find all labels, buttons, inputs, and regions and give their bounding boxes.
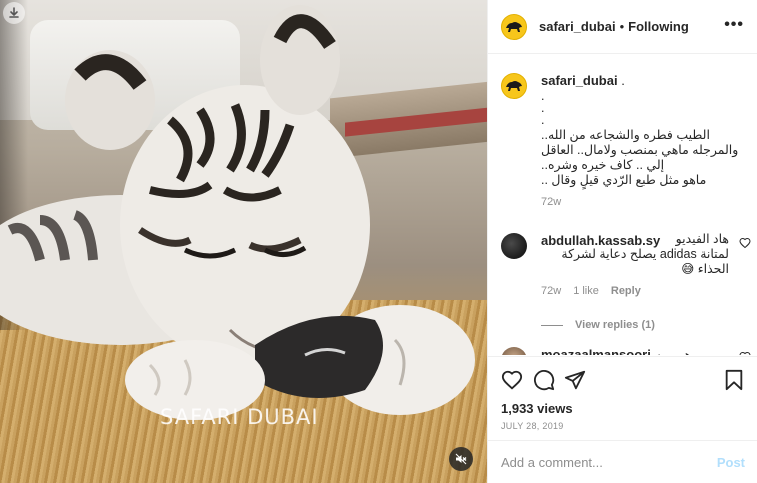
comment-meta: 72w 1 like Reply <box>541 285 729 297</box>
avatar[interactable] <box>501 13 527 40</box>
bookmark-icon[interactable] <box>723 369 745 391</box>
comment-time[interactable]: 72w <box>541 285 561 297</box>
action-bar <box>501 369 746 395</box>
paper-plane-icon[interactable] <box>564 369 586 391</box>
lion-logo-icon <box>506 81 522 91</box>
comment-item: abdullah.kassab.sy هاد الفيديو لمتانة ad… <box>501 232 751 297</box>
comment-item: moazaalmansoori هههههه <box>501 347 751 355</box>
comment-input[interactable] <box>501 454 717 470</box>
comment-likes[interactable]: 1 like <box>573 285 599 297</box>
comment-username[interactable]: moazaalmansoori <box>541 347 651 355</box>
post-comment-button[interactable]: Post <box>717 455 745 470</box>
comments-list[interactable]: safari_dubai . . . . الطيب فطره والشجاعه… <box>488 55 757 355</box>
post-video[interactable]: SAFARI DUBAI <box>0 0 487 483</box>
video-watermark: SAFARI DUBAI <box>160 405 319 429</box>
avatar[interactable] <box>501 347 527 355</box>
view-replies-divider <box>541 324 563 326</box>
post-caption: safari_dubai . . . . الطيب فطره والشجاعه… <box>501 73 751 208</box>
caption-avatar[interactable] <box>501 73 527 99</box>
comment-username[interactable]: abdullah.kassab.sy <box>541 233 660 248</box>
reply-button[interactable]: Reply <box>611 285 641 297</box>
heart-icon[interactable] <box>739 237 751 249</box>
comment-text: هههههه <box>654 348 692 355</box>
view-replies-button[interactable]: View replies (1) <box>541 319 655 331</box>
following-button[interactable]: Following <box>628 19 689 34</box>
comment-body: abdullah.kassab.sy هاد الفيديو لمتانة ad… <box>541 232 729 297</box>
caption-body: safari_dubai . . . . الطيب فطره والشجاعه… <box>541 73 741 208</box>
post-side-panel: safari_dubai • Following ••• safari_duba… <box>487 0 757 483</box>
download-icon[interactable] <box>3 2 25 24</box>
view-replies-label: View replies (1) <box>575 319 655 331</box>
comment-bubble-icon[interactable] <box>533 369 555 391</box>
view-count[interactable]: 1,933 views <box>501 401 573 416</box>
heart-icon[interactable] <box>501 369 523 391</box>
caption-username-suffix: . <box>621 73 625 88</box>
post-date[interactable]: JULY 28, 2019 <box>501 421 564 431</box>
more-options-icon[interactable]: ••• <box>724 16 744 34</box>
muted-speaker-icon[interactable] <box>449 447 473 471</box>
caption-username[interactable]: safari_dubai <box>541 73 618 88</box>
instagram-post-modal: SAFARI DUBAI safari_dubai • Following ••… <box>0 0 757 483</box>
avatar[interactable] <box>501 233 527 259</box>
post-author-username[interactable]: safari_dubai <box>539 19 616 34</box>
heart-icon[interactable] <box>739 351 751 355</box>
caption-time[interactable]: 72w <box>541 196 741 208</box>
caption-dots: . . . <box>541 89 545 127</box>
caption-text: الطيب فطره والشجاعه من الله.. والمرجله م… <box>541 128 739 187</box>
post-header: safari_dubai • Following ••• <box>488 0 757 54</box>
header-separator: • <box>619 19 625 34</box>
lion-logo-icon <box>506 21 522 32</box>
comment-composer: Post <box>488 440 757 483</box>
